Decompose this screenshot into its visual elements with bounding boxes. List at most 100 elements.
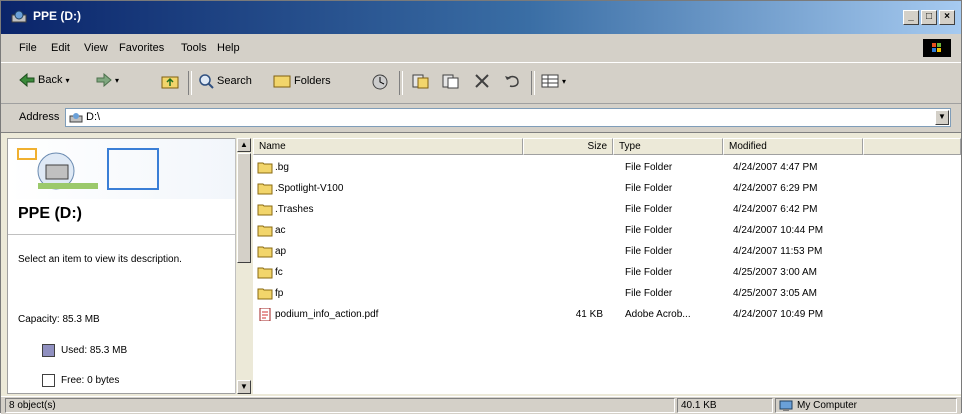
column-header-type[interactable]: Type	[613, 138, 723, 155]
drive-banner-graphic	[17, 148, 159, 190]
file-row[interactable]: podium_info_action.pdf 41 KB Adobe Acrob..…	[253, 305, 961, 326]
address-label: Address	[19, 111, 60, 123]
scroll-thumb[interactable]	[237, 153, 251, 263]
chevron-down-icon[interactable]: ▾	[562, 77, 566, 86]
file-row[interactable]: .Spotlight-V100 File Folder 4/24/2007 6:29…	[253, 179, 961, 200]
copy-to-icon	[442, 74, 459, 89]
file-row[interactable]: ap File Folder 4/24/2007 11:53 PM	[253, 242, 961, 263]
window-controls: _ □ ×	[903, 10, 955, 25]
address-value: D:\	[86, 111, 101, 123]
details-pane: PPE (D:) Select an item to view its desc…	[7, 138, 237, 394]
copy-to-button[interactable]	[441, 73, 459, 89]
file-modified: 4/24/2007 10:44 PM	[733, 225, 824, 236]
move-to-icon	[412, 74, 429, 89]
used-space: Used: 85.3 MB	[42, 344, 127, 357]
search-label: Search	[217, 75, 252, 87]
folder-icon	[257, 246, 273, 258]
toolbar-separator	[399, 71, 403, 95]
scroll-down-button[interactable]: ▼	[237, 380, 251, 394]
file-type: File Folder	[625, 183, 673, 194]
computer-icon	[779, 400, 793, 411]
close-button[interactable]: ×	[939, 10, 955, 25]
minimize-button[interactable]: _	[903, 10, 919, 25]
windows-logo-icon	[923, 39, 951, 57]
column-header-modified[interactable]: Modified	[723, 138, 863, 155]
search-button[interactable]: Search	[198, 73, 252, 89]
history-icon	[372, 74, 388, 90]
history-button[interactable]	[371, 73, 389, 91]
file-type: File Folder	[625, 267, 673, 278]
file-modified: 4/24/2007 10:49 PM	[733, 309, 824, 320]
folder-icon	[257, 183, 273, 195]
menu-edit[interactable]: Edit	[51, 42, 70, 54]
chevron-down-icon[interactable]: ▾	[65, 76, 69, 85]
file-type: File Folder	[625, 162, 673, 173]
window-title: PPE (D:)	[33, 9, 81, 23]
address-field[interactable]: D:\ ▼	[65, 108, 951, 127]
menu-view[interactable]: View	[84, 42, 108, 54]
free-swatch	[42, 374, 55, 387]
column-header-size[interactable]: Size	[523, 138, 613, 155]
folder-icon	[257, 267, 273, 279]
file-row[interactable]: .Trashes File Folder 4/24/2007 6:42 PM	[253, 200, 961, 221]
folder-icon	[257, 204, 273, 216]
chevron-down-icon[interactable]: ▾	[115, 76, 119, 85]
toolbar-separator	[531, 71, 535, 95]
scroll-up-button[interactable]: ▲	[237, 138, 251, 152]
folders-button[interactable]: Folders	[273, 73, 331, 89]
toolbar-separator	[188, 71, 192, 95]
column-header-empty	[863, 138, 961, 155]
file-row[interactable]: .bg File Folder 4/24/2007 4:47 PM	[253, 158, 961, 179]
address-dropdown-button[interactable]: ▼	[935, 110, 949, 125]
back-arrow-icon	[19, 73, 35, 87]
capacity-text: Capacity: 85.3 MB	[18, 314, 100, 325]
menu-tools[interactable]: Tools	[181, 42, 207, 54]
column-header-name[interactable]: Name	[253, 138, 523, 155]
address-bar: Address D:\ ▼	[1, 104, 961, 133]
file-name: .bg	[275, 162, 289, 173]
forward-arrow-icon	[96, 73, 112, 87]
menu-favorites[interactable]: Favorites	[119, 42, 164, 54]
divider	[8, 234, 236, 235]
folder-icon	[257, 288, 273, 300]
delete-icon	[475, 74, 489, 88]
pdf-icon	[259, 308, 271, 321]
undo-button[interactable]	[503, 73, 521, 89]
details-pane-scrollbar[interactable]: ▲ ▼	[235, 138, 252, 394]
toolbar: Back ▾ ▾ Search Folders ▾	[1, 63, 961, 104]
back-button[interactable]: Back ▾	[19, 73, 69, 87]
status-location: My Computer	[775, 398, 957, 413]
undo-icon	[505, 75, 519, 88]
file-type: Adobe Acrob...	[625, 309, 691, 320]
views-icon	[541, 74, 559, 88]
free-label: Free: 0 bytes	[61, 375, 120, 386]
used-label: Used: 85.3 MB	[61, 345, 128, 356]
menu-help[interactable]: Help	[217, 42, 240, 54]
up-folder-button[interactable]	[161, 73, 179, 89]
used-swatch	[42, 344, 55, 357]
title-bar[interactable]: PPE (D:) _ □ ×	[1, 1, 961, 34]
folder-icon	[257, 162, 273, 174]
file-row[interactable]: fp File Folder 4/25/2007 3:05 AM	[253, 284, 961, 305]
forward-button[interactable]: ▾	[96, 73, 119, 87]
move-to-button[interactable]	[411, 73, 429, 89]
file-name: .Spotlight-V100	[275, 183, 344, 194]
file-type: File Folder	[625, 204, 673, 215]
menu-file[interactable]: File	[19, 42, 37, 54]
description-text: Select an item to view its description.	[18, 254, 182, 265]
file-modified: 4/24/2007 6:29 PM	[733, 183, 818, 194]
file-row[interactable]: fc File Folder 4/25/2007 3:00 AM	[253, 263, 961, 284]
file-name: ac	[275, 225, 286, 236]
maximize-button[interactable]: □	[921, 10, 937, 25]
status-location-label: My Computer	[797, 400, 858, 411]
file-modified: 4/24/2007 11:53 PM	[733, 246, 823, 257]
free-space: Free: 0 bytes	[42, 374, 119, 387]
file-size: 41 KB	[575, 309, 603, 320]
delete-button[interactable]	[474, 73, 490, 89]
menu-bar: File Edit View Favorites Tools Help	[1, 34, 961, 63]
views-button[interactable]: ▾	[541, 73, 566, 89]
file-row[interactable]: ac File Folder 4/24/2007 10:44 PM	[253, 221, 961, 242]
up-folder-icon	[161, 76, 179, 89]
status-size: 40.1 KB	[677, 398, 773, 413]
file-type: File Folder	[625, 288, 673, 299]
